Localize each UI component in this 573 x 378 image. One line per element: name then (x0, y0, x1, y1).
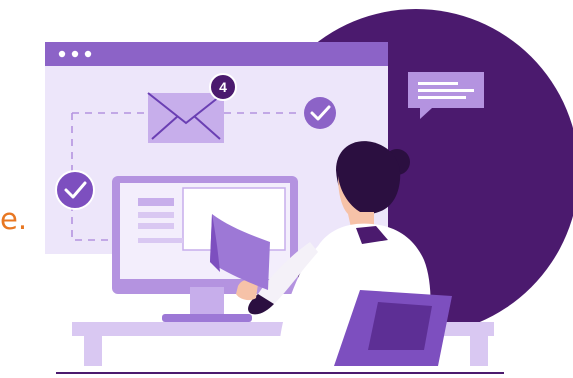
check-icon (304, 97, 336, 129)
email-workflow-illustration: 4 (45, 9, 573, 374)
notification-badge-count: 4 (219, 79, 227, 95)
check-icon (55, 170, 95, 210)
window-dots-icon (58, 50, 92, 58)
notification-badge: 4 (209, 73, 237, 101)
illustration-scene: e. 4 (0, 0, 573, 378)
floor-line (56, 372, 504, 374)
envelope-icon (147, 92, 225, 143)
